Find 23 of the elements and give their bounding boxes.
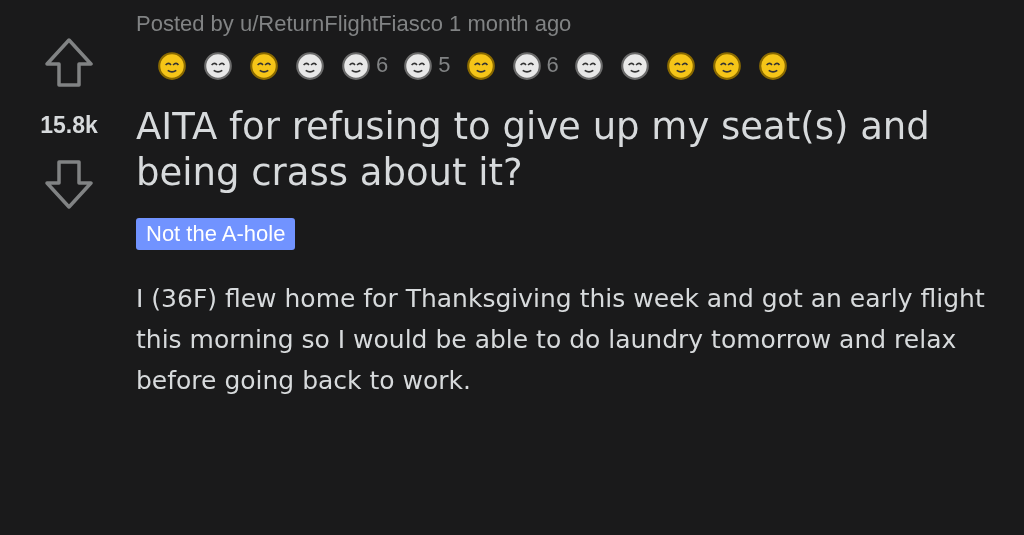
award-count: 6 [546, 52, 559, 78]
award-count: 5 [438, 52, 451, 78]
award-icon [756, 49, 789, 81]
award-icon [572, 49, 605, 81]
upvote-icon[interactable] [44, 38, 94, 88]
award-icon [340, 49, 372, 81]
downvote-icon[interactable] [44, 159, 94, 209]
post-byline: Posted by u/ReturnFlightFiasco 1 month ago [136, 10, 573, 38]
post-body: I (36F) flew home for Thanksgiving this week and got an early flight this morning so I would be able to do laundry tomorrow and relax before going back to work. [136, 283, 986, 397]
award-icon [402, 49, 435, 81]
award-icon [248, 49, 280, 81]
vote-score: 15.8k [40, 112, 98, 139]
award-icon [202, 49, 234, 81]
award-icon [294, 49, 326, 81]
award-icon [156, 49, 188, 81]
award-icon [464, 49, 497, 81]
award-count: 6 [376, 52, 389, 78]
award-icon [510, 49, 543, 81]
award-icon [664, 49, 697, 81]
award-icon [710, 49, 743, 81]
post-title: AITA for refusing to give up my seat(s) and being crass about it? [136, 104, 931, 196]
post-flair: Not the A-hole [136, 218, 296, 250]
award-icon [618, 49, 651, 81]
